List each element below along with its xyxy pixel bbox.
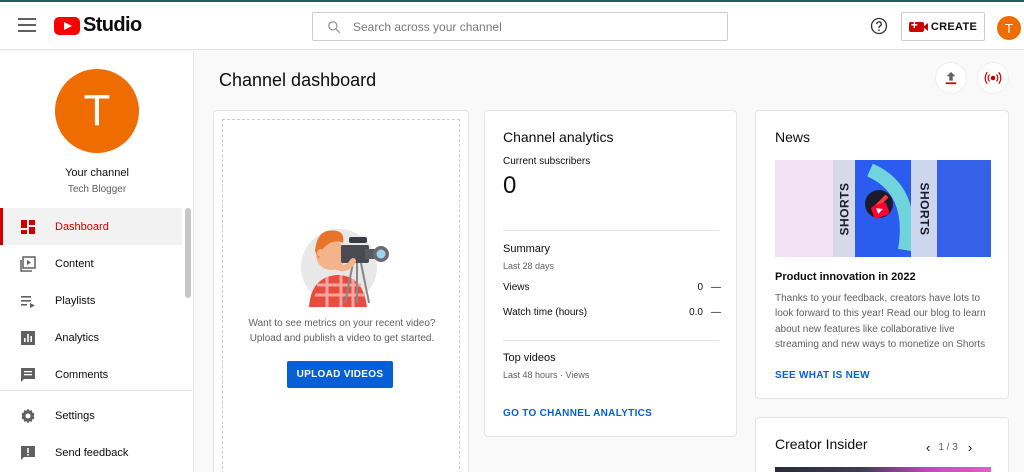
sidebar-item-label: Settings <box>55 409 95 422</box>
creator-insider-card: Creator Insider ‹ 1 / 3 › <box>755 417 1009 472</box>
sidebar-divider <box>0 390 194 391</box>
news-body: Thanks to your feedback, creators have l… <box>775 293 986 350</box>
sidebar-item-dashboard[interactable]: Dashboard <box>0 208 182 245</box>
sidebar-item-content[interactable]: Content <box>0 245 182 282</box>
channel-name: Tech Blogger <box>67 184 127 195</box>
chevron-right-icon[interactable]: › <box>968 440 972 455</box>
search-input[interactable] <box>353 19 713 34</box>
upload-prompt: Want to see metrics on your recent video… <box>232 316 452 346</box>
logo-text: Studio <box>83 14 142 36</box>
summary-title: Summary <box>503 243 551 255</box>
summary-period: Last 28 days <box>503 261 555 271</box>
top-app-bar: Studio CREATE T <box>0 2 1024 50</box>
page-title: Channel dashboard <box>219 70 377 90</box>
menu-icon[interactable] <box>18 18 36 32</box>
see-what-is-new-link[interactable]: SEE WHAT IS NEW <box>775 370 870 381</box>
youtube-play-icon <box>54 16 80 35</box>
upload-videos-button[interactable]: UPLOAD VIDEOS <box>287 361 393 388</box>
sidebar-item-playlists[interactable]: Playlists <box>0 282 182 319</box>
create-video-icon <box>908 18 928 32</box>
sidebar: T Your channel Tech Blogger Dashboard Co… <box>0 51 194 472</box>
analytics-divider <box>503 230 719 231</box>
upload-action-button[interactable] <box>936 63 966 93</box>
account-avatar[interactable]: T <box>997 16 1021 40</box>
go-live-action-button[interactable] <box>978 63 1008 93</box>
news-headline: Product innovation in 2022 <box>775 271 916 283</box>
upload-video-card: Want to see metrics on your recent video… <box>213 110 469 472</box>
sidebar-item-label: Analytics <box>55 331 100 344</box>
sidebar-item-label: Comments <box>55 368 109 381</box>
sidebar-item-label: Send feedback <box>55 446 129 459</box>
shorts-promo-artwork <box>775 160 991 257</box>
watch-time-label: Watch time (hours) <box>503 307 588 318</box>
channel-analytics-card: Channel analytics Current subscribers 0 … <box>484 110 737 437</box>
shorts-label-right: SHORTS <box>917 182 932 236</box>
dashboard-icon <box>21 220 35 234</box>
analytics-card-title: Channel analytics <box>503 129 614 145</box>
sidebar-item-label: Playlists <box>55 294 96 307</box>
sidebar-item-label: Content <box>55 257 94 270</box>
sidebar-item-settings[interactable]: Settings <box>0 397 182 434</box>
feedback-icon <box>21 446 35 460</box>
analytics-divider <box>503 340 719 341</box>
watch-time-value: 0.0 <box>689 307 703 318</box>
sidebar-scrollbar[interactable] <box>185 208 191 298</box>
studio-logo[interactable]: Studio <box>54 14 142 37</box>
sidebar-item-comments[interactable]: Comments <box>0 356 182 393</box>
sidebar-item-label: Dashboard <box>55 220 109 233</box>
watch-time-trend: — <box>711 307 721 318</box>
creator-insider-thumbnail[interactable] <box>775 467 991 472</box>
subscribers-count: 0 <box>503 172 517 199</box>
go-to-channel-analytics-link[interactable]: GO TO CHANNEL ANALYTICS <box>503 408 652 419</box>
sidebar-item-analytics[interactable]: Analytics <box>0 319 182 356</box>
go-live-icon <box>984 71 1002 85</box>
news-card: News SHORTS SHORTS Product innovation in… <box>755 110 1009 399</box>
search-box[interactable] <box>312 12 728 41</box>
upload-prompt-line-1: Want to see metrics on your recent video… <box>248 318 436 329</box>
subscribers-label: Current subscribers <box>503 156 591 167</box>
views-label: Views <box>503 282 530 293</box>
create-label: CREATE <box>930 20 978 33</box>
upload-prompt-line-2: Upload and publish a video to get starte… <box>249 333 435 344</box>
news-card-title: News <box>775 129 811 145</box>
carousel-pager: ‹ 1 / 3 › <box>926 440 972 455</box>
channel-avatar[interactable]: T <box>55 69 139 153</box>
top-videos-title: Top videos <box>503 352 556 364</box>
comments-icon <box>21 368 35 382</box>
news-image[interactable]: SHORTS SHORTS <box>775 160 991 257</box>
shorts-label-left: SHORTS <box>837 182 852 236</box>
carousel-page-indicator: 1 / 3 <box>938 442 958 453</box>
playlists-icon <box>21 296 35 308</box>
help-icon[interactable] <box>870 17 888 35</box>
sidebar-item-send-feedback[interactable]: Send feedback <box>0 434 182 471</box>
views-trend: — <box>711 282 721 293</box>
camera-operator-illustration <box>301 229 389 307</box>
settings-icon <box>21 408 35 424</box>
your-channel-label: Your channel <box>65 167 129 179</box>
upload-icon <box>945 71 957 85</box>
top-videos-period: Last 48 hours · Views <box>503 370 590 380</box>
chevron-left-icon[interactable]: ‹ <box>926 440 930 455</box>
creator-insider-title: Creator Insider <box>775 436 868 452</box>
analytics-icon <box>21 331 35 345</box>
content-icon <box>20 256 36 272</box>
create-button[interactable]: CREATE <box>901 12 985 41</box>
views-value: 0 <box>697 282 703 293</box>
search-icon <box>328 20 341 33</box>
